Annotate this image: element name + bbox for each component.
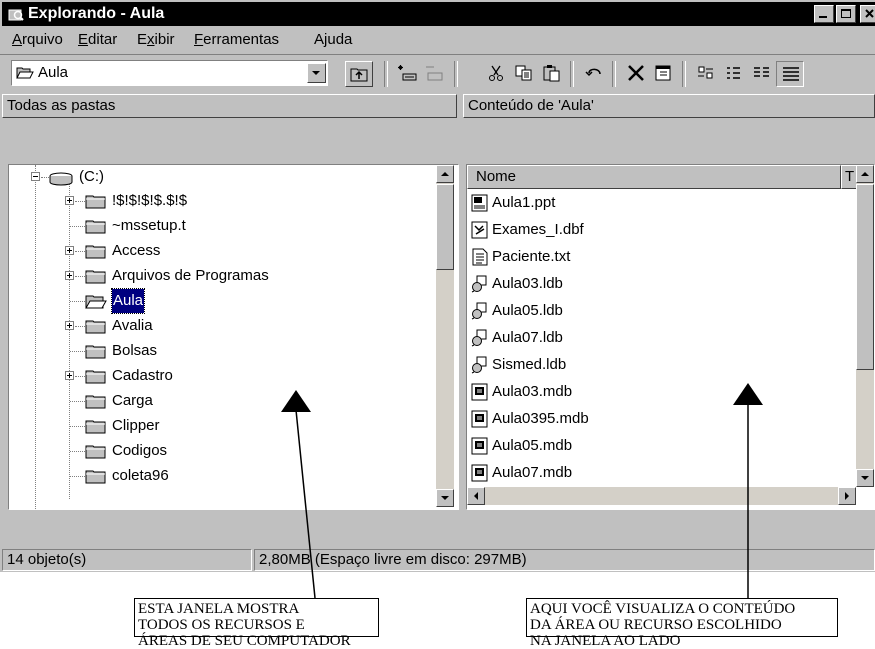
annotation-right-note: AQUI VOCÊ VISUALIZA O CONTEÚDO DA ÁREA O… [526, 598, 838, 649]
left-arrow-line [295, 409, 316, 599]
annotation-arrows [281, 383, 763, 599]
left-arrowhead [281, 390, 311, 412]
right-arrowhead [733, 383, 763, 405]
annotation-left-note: ESTA JANELA MOSTRA TODOS OS RECURSOS E Á… [134, 598, 379, 649]
